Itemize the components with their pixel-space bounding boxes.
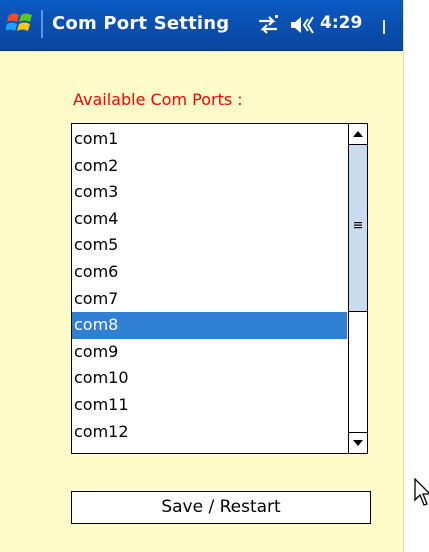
title-separator [41,10,43,38]
com-port-item[interactable]: com3 [72,179,347,206]
com-port-item[interactable]: com2 [72,153,347,180]
com-port-item[interactable]: com10 [72,365,347,392]
com-port-item[interactable]: com8 [72,312,347,339]
scroll-down-icon [353,440,363,446]
clock[interactable]: 4:29 [320,13,362,33]
save-restart-button[interactable]: Save / Restart [71,491,371,524]
list-scrollbar[interactable] [348,124,367,453]
available-ports-label: Available Com Ports : [73,90,243,109]
scroll-thumb[interactable] [349,145,367,312]
mouse-cursor-icon [414,478,429,506]
volume-icon[interactable] [289,14,315,36]
window-title: Com Port Setting [52,13,230,34]
com-port-list[interactable]: com1 com2 com3 com4 com5 com6 com7 com8 com9 com1… [72,126,347,445]
title-bar-edge-mark [383,20,385,34]
grip-icon [354,222,362,229]
com-port-item[interactable]: com5 [72,232,347,259]
scroll-up-icon [353,131,363,137]
com-port-item[interactable]: com7 [72,286,347,313]
scroll-up-button[interactable] [349,124,367,145]
com-port-item[interactable]: com4 [72,206,347,233]
connectivity-icon[interactable] [256,14,280,36]
com-port-listbox[interactable]: com1 com2 com3 com4 com5 com6 com7 com8 com9 com1… [71,123,368,454]
scroll-down-button[interactable] [349,432,367,453]
com-port-item[interactable]: com11 [72,392,347,419]
device-screen: Com Port Setting 4:29 Available Com Port… [0,0,404,552]
title-bar: Com Port Setting 4:29 [0,0,403,51]
com-port-item[interactable]: com6 [72,259,347,286]
com-port-item[interactable]: com1 [72,126,347,153]
com-port-item[interactable]: com12 [72,419,347,446]
com-port-item[interactable]: com9 [72,339,347,366]
windows-start-icon[interactable] [6,9,34,37]
